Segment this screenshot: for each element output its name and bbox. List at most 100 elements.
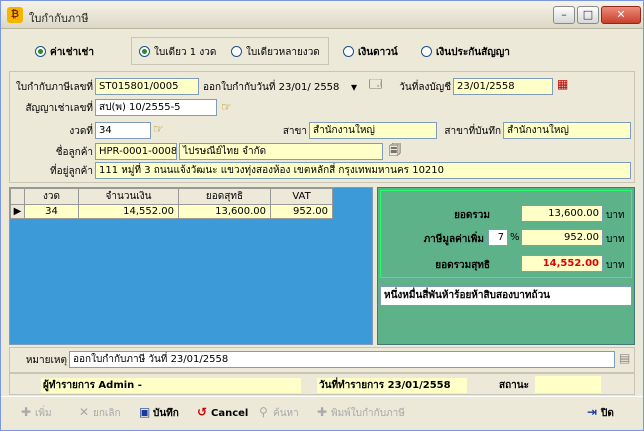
radio-rental-indicator bbox=[35, 46, 46, 57]
x-icon: ✕ bbox=[79, 405, 90, 419]
radio-multi-label: ใบเดียวหลายงวด bbox=[246, 47, 320, 58]
cell-period: 34 bbox=[24, 204, 79, 219]
radio-multi-indicator bbox=[231, 46, 242, 57]
add-icon: ✚ bbox=[21, 405, 32, 419]
total-unit: บาท bbox=[606, 210, 625, 221]
operation-date: วันที่ทำรายการ 23/01/2558 bbox=[317, 378, 467, 393]
cell-net: 13,600.00 bbox=[178, 204, 271, 219]
exit-icon: ⇥ bbox=[587, 405, 598, 419]
remark-label: หมายเหตุ bbox=[25, 355, 67, 366]
installment-grid[interactable]: งวด จำนวนเงิน ยอดสุทธิ VAT ▶ 34 14,552.0… bbox=[9, 187, 373, 345]
customer-label: ชื่อลูกค้า bbox=[55, 147, 93, 158]
table-row[interactable]: ▶ 34 14,552.00 13,600.00 952.00 bbox=[10, 204, 333, 219]
radio-rental-label: ค่าเช่าเช่า bbox=[50, 47, 94, 58]
status-field bbox=[535, 376, 601, 393]
close-button[interactable]: ✕ bbox=[601, 6, 641, 24]
grid-header-vat[interactable]: VAT bbox=[270, 188, 333, 205]
grid-corner bbox=[10, 188, 25, 205]
branch-field: สำนักงานใหญ่ bbox=[309, 122, 437, 139]
radio-multi[interactable]: ใบเดียวหลายงวด bbox=[231, 45, 320, 60]
operator-info: ผู้ทำรายการ Admin - bbox=[41, 378, 301, 393]
radio-insurance[interactable]: เงินประกันสัญญา bbox=[421, 45, 510, 60]
undo-icon: ↺ bbox=[197, 405, 208, 419]
print-icon: ✚ bbox=[317, 405, 328, 419]
period-field[interactable]: 34 bbox=[95, 122, 151, 139]
contract-field[interactable]: สป(พ) 10/2555-5 bbox=[95, 99, 217, 116]
status-label: สถานะ bbox=[499, 380, 529, 391]
window-title: ใบกำกับภาษี bbox=[29, 12, 89, 25]
cancel-button[interactable]: ↺ Cancel bbox=[197, 405, 248, 419]
radio-down-indicator bbox=[343, 46, 354, 57]
binoculars-icon: ⚲ bbox=[259, 405, 268, 419]
cell-amount: 14,552.00 bbox=[78, 204, 179, 219]
floppy-icon: ▣ bbox=[139, 405, 151, 419]
maximize-button[interactable]: □ bbox=[577, 6, 599, 24]
period-label: งวดที่ bbox=[69, 126, 93, 137]
vat-unit: บาท bbox=[606, 234, 625, 245]
acct-date-field[interactable]: 23/01/2558 bbox=[453, 78, 553, 95]
period-lookup-icon[interactable]: ☞ bbox=[153, 122, 164, 136]
cancel-label: Cancel bbox=[211, 408, 249, 419]
grid-header-net[interactable]: ยอดสุทธิ bbox=[178, 188, 271, 205]
grid-table: งวด จำนวนเงิน ยอดสุทธิ VAT ▶ 34 14,552.0… bbox=[10, 188, 333, 219]
radio-down[interactable]: เงินดาวน์ bbox=[343, 45, 398, 60]
acct-date-label: วันที่ลงบัญชี bbox=[399, 82, 451, 93]
net-unit: บาท bbox=[606, 260, 625, 271]
toolbar: ✚ เพิ่ม ✕ ยกเลิก ▣ บันทึก ↺ Cancel ⚲ ค้นหา ✚ พ… bbox=[1, 396, 643, 430]
vat-label: ภาษีมูลค่าเพิ่ม bbox=[423, 234, 484, 245]
total-label: ยอดรวม bbox=[454, 210, 490, 221]
vat-field: 952.00 bbox=[521, 229, 603, 246]
summary-panel: ยอดรวม 13,600.00 บาท ภาษีมูลค่าเพิ่ม 7 %… bbox=[377, 187, 635, 345]
remark-field[interactable]: ออกใบกำกับภาษี วันที่ 23/01/2558 bbox=[69, 351, 615, 368]
calendar-picker-icon[interactable]: ▦ bbox=[557, 77, 568, 91]
net-label: ยอดรวมสุทธิ bbox=[435, 260, 490, 271]
save-button[interactable]: ▣ บันทึก bbox=[139, 405, 179, 421]
cancel-item-button[interactable]: ✕ ยกเลิก bbox=[79, 405, 121, 421]
address-label: ที่อยู่ลูกค้า bbox=[50, 166, 93, 177]
exit-button[interactable]: ⇥ ปิด bbox=[587, 405, 614, 421]
radio-single-indicator bbox=[139, 46, 150, 57]
customer-code-field[interactable]: HPR-0001-00082 bbox=[95, 143, 177, 160]
contract-label: สัญญาเช่าเลขที่ bbox=[25, 103, 93, 114]
cancel-item-label: ยกเลิก bbox=[93, 408, 121, 419]
total-field: 13,600.00 bbox=[521, 205, 603, 222]
rec-branch-field: สำนักงานใหญ่ bbox=[503, 122, 631, 139]
chevron-down-icon[interactable]: ▾ bbox=[351, 80, 357, 94]
tax-invoice-field[interactable]: ST015801/0005 bbox=[95, 78, 199, 95]
exit-label: ปิด bbox=[601, 408, 614, 419]
issue-date-label: ออกใบกำกับวันที่ 23/01/ 2558 bbox=[203, 82, 340, 93]
search-button[interactable]: ⚲ ค้นหา bbox=[259, 405, 299, 421]
title-bar: ₿ ใบกำกับภาษี – □ ✕ bbox=[1, 1, 643, 29]
calendar-icon[interactable]: 🗔 bbox=[369, 77, 382, 91]
radio-insurance-indicator bbox=[421, 46, 432, 57]
amount-in-words: หนึ่งหมื่นสี่พันห้าร้อยห้าสิบสองบาทถ้วน bbox=[380, 286, 632, 306]
note-icon[interactable]: ▤ bbox=[619, 351, 630, 365]
net-field: 14,552.00 bbox=[521, 255, 603, 272]
grid-header-amount[interactable]: จำนวนเงิน bbox=[78, 188, 179, 205]
search-label: ค้นหา bbox=[273, 408, 299, 419]
radio-single-label: ใบเดียว 1 งวด bbox=[154, 47, 217, 58]
branch-label: สาขา bbox=[282, 126, 307, 137]
grid-header-period[interactable]: งวด bbox=[24, 188, 79, 205]
add-label: เพิ่ม bbox=[35, 408, 52, 419]
radio-rental[interactable]: ค่าเช่าเช่า bbox=[35, 45, 94, 60]
row-selector-icon[interactable]: ▶ bbox=[10, 204, 25, 219]
vat-percent: % bbox=[510, 232, 520, 243]
save-label: บันทึก bbox=[153, 408, 179, 419]
radio-down-label: เงินดาวน์ bbox=[358, 47, 398, 58]
minimize-button[interactable]: – bbox=[553, 6, 575, 24]
lookup-icon[interactable]: ☞ bbox=[221, 100, 232, 114]
customer-search-icon[interactable]: 🗐 bbox=[389, 143, 401, 157]
main-window: ₿ ใบกำกับภาษี – □ ✕ ค่าเช่าเช่า ใบเดียว … bbox=[0, 0, 644, 431]
customer-name-field: ไปรษณีย์ไทย จำกัด bbox=[179, 143, 383, 160]
address-field: 111 หมู่ที่ 3 ถนนแจ้งวัฒนะ แขวงทุ่งสองห้… bbox=[95, 162, 631, 179]
add-button[interactable]: ✚ เพิ่ม bbox=[21, 405, 52, 421]
print-button[interactable]: ✚ พิมพ์ใบกำกับภาษี bbox=[317, 405, 405, 421]
radio-single[interactable]: ใบเดียว 1 งวด bbox=[139, 45, 216, 60]
radio-insurance-label: เงินประกันสัญญา bbox=[436, 47, 510, 58]
cell-vat: 952.00 bbox=[270, 204, 333, 219]
vat-rate-field[interactable]: 7 bbox=[488, 229, 508, 246]
print-label: พิมพ์ใบกำกับภาษี bbox=[331, 408, 405, 419]
rec-branch-label: สาขาที่บันทึก bbox=[444, 126, 501, 137]
app-icon: ₿ bbox=[7, 7, 23, 23]
